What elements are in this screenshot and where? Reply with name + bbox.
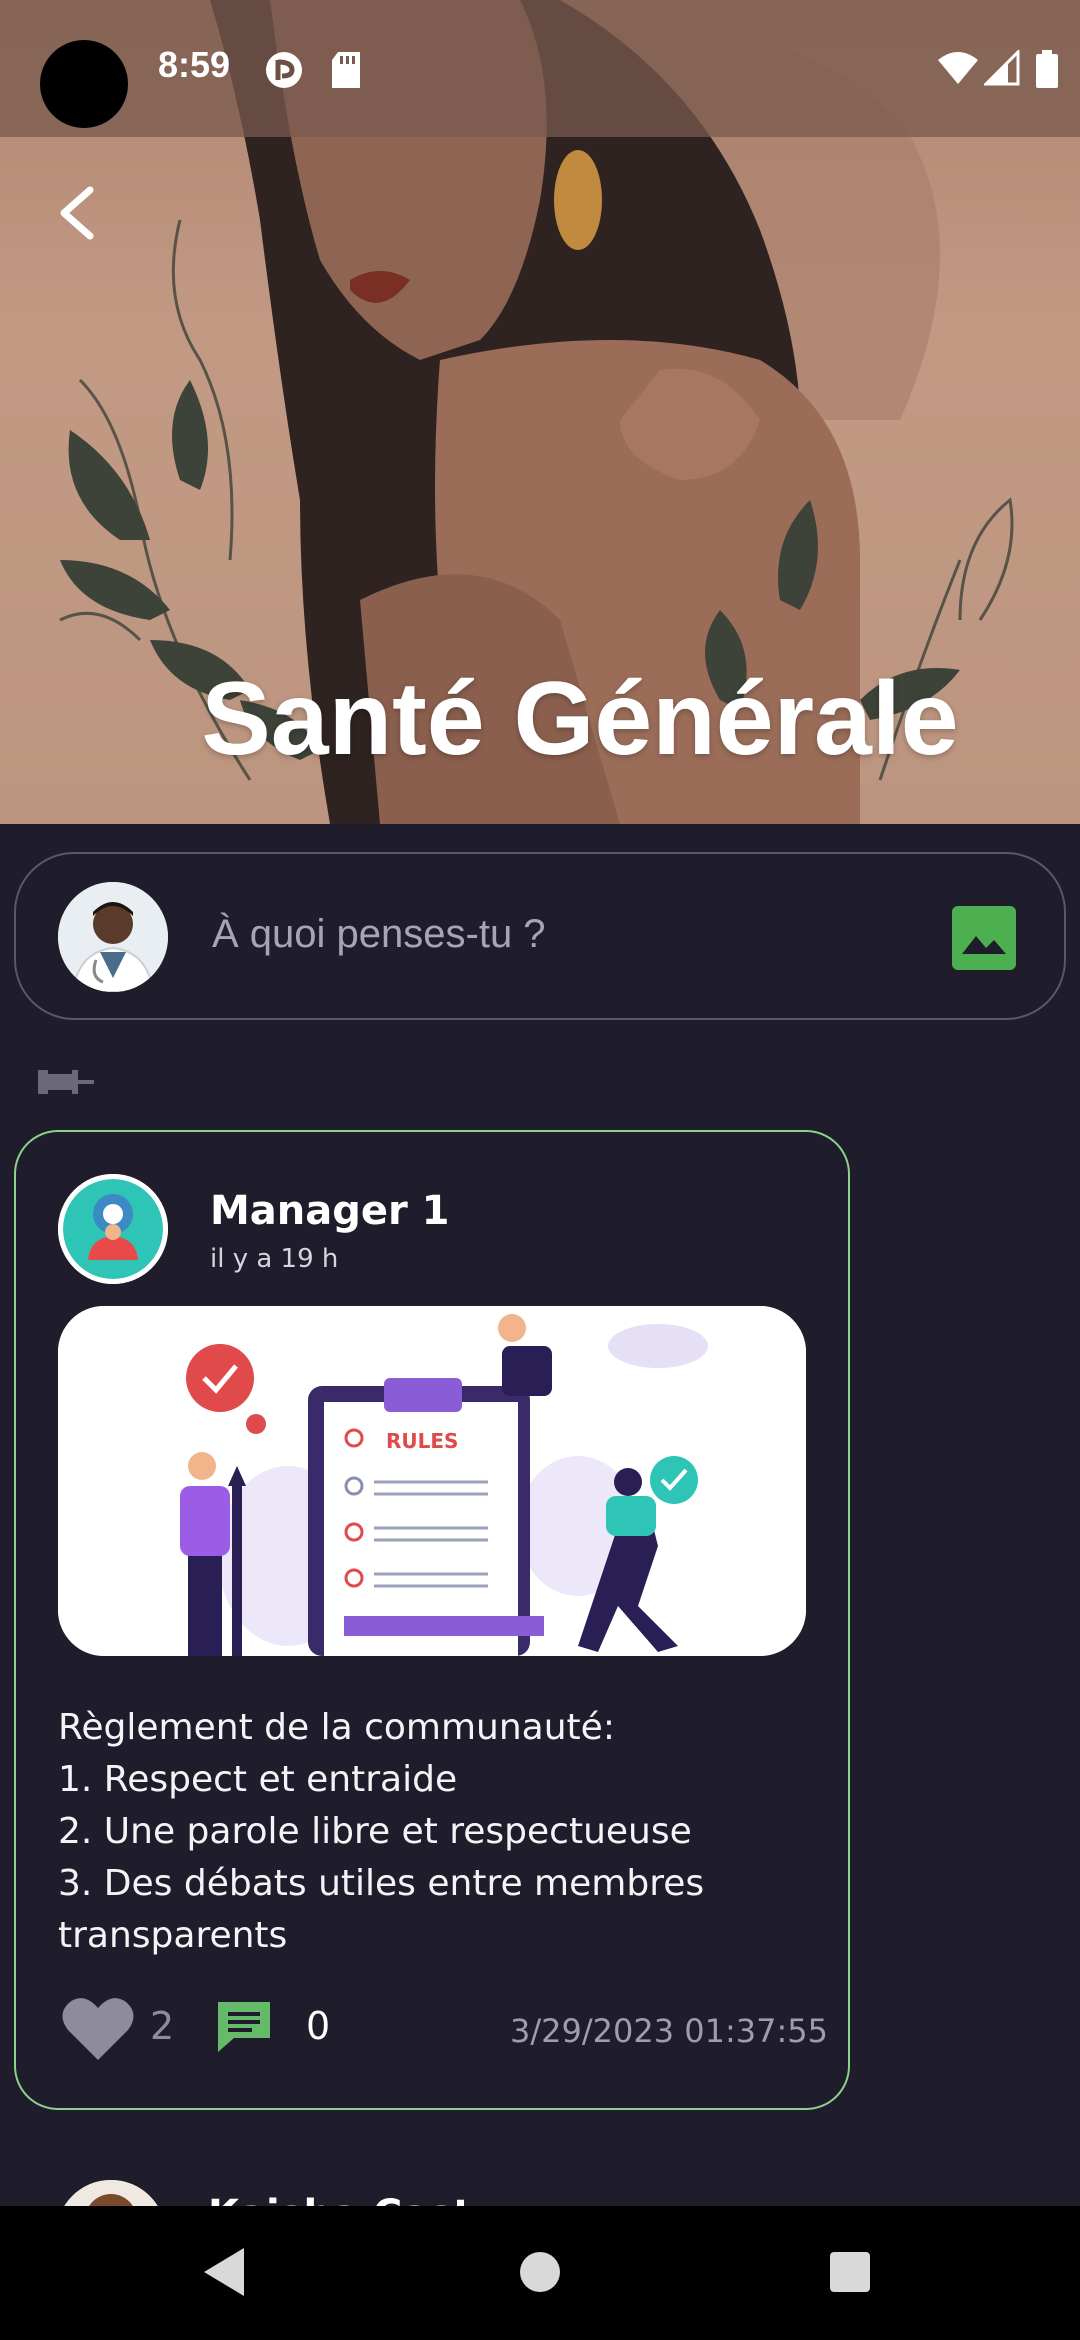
user-avatar bbox=[58, 882, 168, 992]
rules-text: RULES bbox=[386, 1429, 458, 1453]
comment-count: 0 bbox=[306, 2004, 331, 2048]
wifi-icon bbox=[938, 52, 978, 84]
post-body-line: 3. Des débats utiles entre membres bbox=[58, 1863, 705, 1904]
nav-back-icon[interactable] bbox=[200, 2244, 250, 2300]
nav-recents-icon[interactable] bbox=[828, 2244, 872, 2300]
composer-placeholder: À quoi penses-tu ? bbox=[212, 912, 546, 956]
post-body-line: 2. Une parole libre et respectueuse bbox=[58, 1811, 692, 1852]
nav-home-icon[interactable] bbox=[520, 2244, 560, 2300]
pin-icon bbox=[38, 1070, 94, 1094]
comment-icon[interactable] bbox=[214, 1998, 274, 2056]
post-body-line: Règlement de la communauté: bbox=[58, 1707, 615, 1748]
post-author[interactable]: Manager 1 bbox=[210, 1188, 450, 1234]
image-icon bbox=[962, 936, 1006, 954]
post-image[interactable]: RULES bbox=[58, 1306, 806, 1656]
notification-icon bbox=[266, 52, 302, 88]
post-body-line: 1. Respect et entraide bbox=[58, 1759, 458, 1800]
battery-icon bbox=[1036, 50, 1058, 88]
post-body-line: transparents bbox=[58, 1915, 288, 1956]
like-count: 2 bbox=[150, 2004, 175, 2048]
system-nav-bar bbox=[0, 2206, 1080, 2340]
sd-card-icon bbox=[332, 52, 360, 88]
back-arrow-icon[interactable] bbox=[50, 178, 110, 248]
page-title: Santé Générale bbox=[201, 661, 959, 777]
add-image-button[interactable] bbox=[952, 906, 1016, 970]
author-avatar[interactable] bbox=[58, 1174, 168, 1284]
header-banner: 8:59 Santé Générale bbox=[0, 0, 1080, 824]
post-date: 3/29/2023 01:37:55 bbox=[510, 2012, 828, 2050]
heart-icon[interactable] bbox=[60, 1994, 136, 2064]
camera-cutout bbox=[40, 40, 128, 128]
post-time-ago: il y a 19 h bbox=[210, 1244, 339, 1274]
post-body: Règlement de la communauté: 1. Respect e… bbox=[58, 1702, 818, 1962]
status-bar: 8:59 bbox=[0, 0, 1080, 137]
status-time: 8:59 bbox=[158, 44, 231, 85]
post-composer[interactable]: À quoi penses-tu ? bbox=[14, 852, 1066, 1020]
signal-icon bbox=[984, 50, 1020, 86]
post-card[interactable]: Manager 1 il y a 19 h RULES Règlement de… bbox=[14, 1130, 850, 2110]
